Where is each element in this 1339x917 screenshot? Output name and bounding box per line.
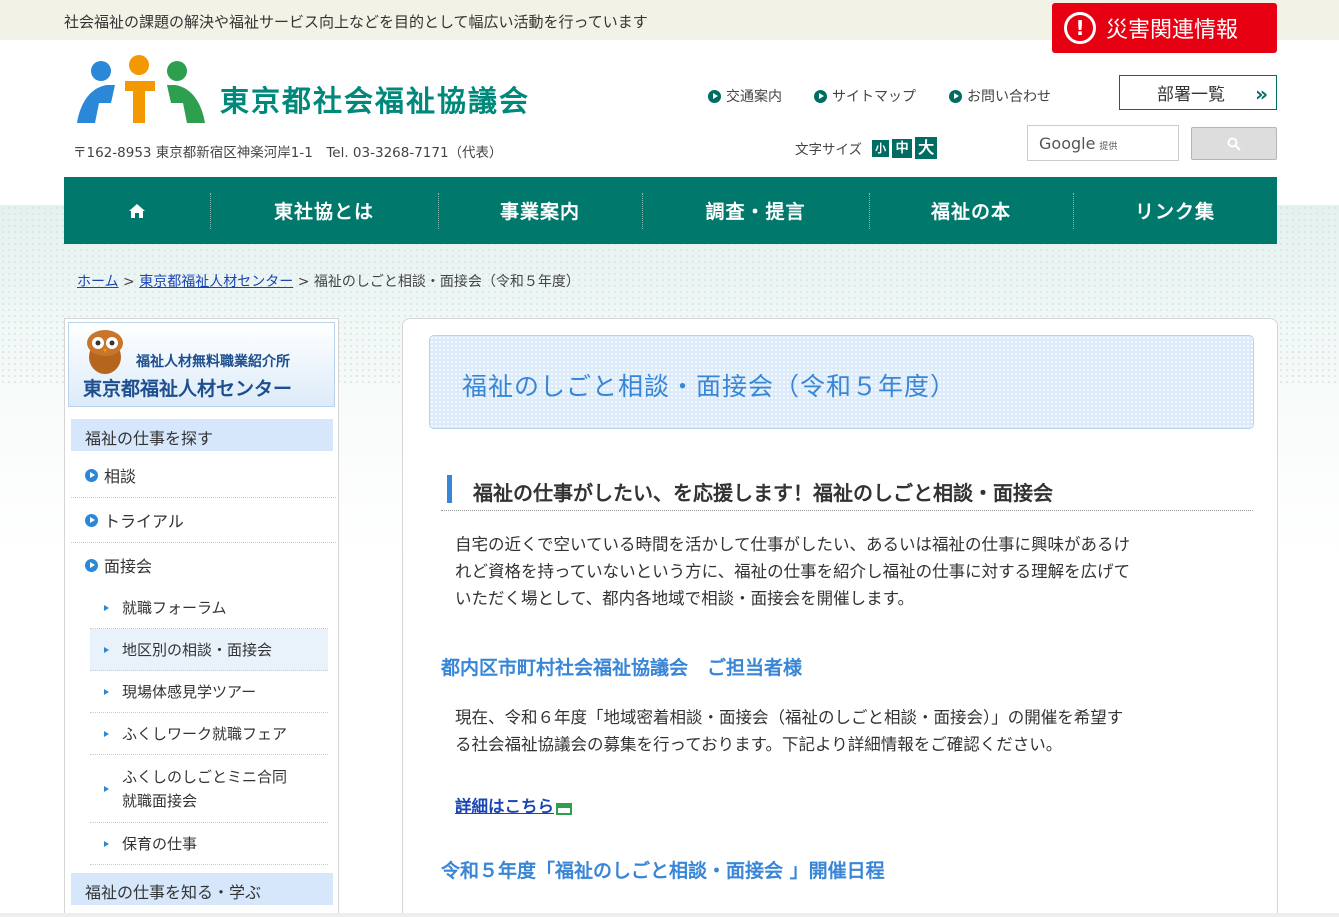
detail-link[interactable]: 詳細はこちら	[455, 793, 572, 817]
intro-line: 自宅の近くで空いている時間を活かして仕事がしたい、あるいは福祉の仕事に興味がある…	[455, 535, 1131, 554]
breadcrumb-home[interactable]: ホーム	[77, 274, 119, 290]
contact-link-label: お問い合わせ	[967, 89, 1051, 105]
arrow-circle-icon	[85, 558, 98, 572]
arrow-circle-icon	[85, 468, 98, 482]
sidebar-sub-forum[interactable]: 就職フォーラム	[90, 587, 328, 629]
sidebar-sub-district[interactable]: 地区別の相談・面接会	[90, 629, 328, 671]
people-logo-icon[interactable]	[71, 55, 211, 127]
sidebar-sub-childcare[interactable]: 保育の仕事	[90, 823, 328, 865]
access-link-label: 交通案内	[726, 89, 782, 105]
home-icon	[129, 203, 145, 218]
sidebar: 福祉人材無料職業紹介所 東京都福祉人材センター 福祉の仕事を探す 相談 トライア…	[64, 318, 339, 917]
sidebar-item-trial[interactable]: トライアル	[71, 498, 336, 543]
subheading-schedule: 令和５年度「福祉のしごと相談・面接会 」開催日程	[441, 860, 885, 882]
breadcrumb: ホーム > 東京都福祉人材センター > 福祉のしごと相談・面接会（令和５年度）	[77, 271, 580, 291]
sitemap-link-label: サイトマップ	[832, 89, 916, 105]
font-size-control: 文字サイズ 小 中 大	[795, 137, 938, 159]
sidebar-sub-label-line: 就職面接会	[122, 791, 198, 810]
sidebar-sub-fair[interactable]: ふくしワーク就職フェア	[90, 713, 328, 755]
subheading-coordinators: 都内区市町村社会福祉協議会 ご担当者様	[441, 657, 803, 679]
section-heading: 福祉の仕事がしたい、を応援します！福祉のしごと相談・面接会	[441, 475, 1253, 511]
font-size-medium-button[interactable]: 中	[892, 138, 913, 158]
nav-about[interactable]: 東社協とは	[210, 177, 438, 244]
google-brand: Google	[1039, 134, 1096, 153]
page-title-box: 福祉のしごと相談・面接会（令和５年度）	[429, 335, 1254, 429]
contact-link[interactable]: お問い合わせ	[949, 86, 1051, 106]
nav-services[interactable]: 事業案内	[438, 177, 642, 244]
search-icon	[1227, 137, 1241, 151]
sidebar-sub-label-line: ふくしのしごとミニ合同	[122, 767, 288, 786]
external-window-icon	[556, 803, 572, 815]
sidebar-item-consultation[interactable]: 相談	[71, 453, 336, 498]
breadcrumb-parent[interactable]: 東京都福祉人材センター	[139, 274, 293, 290]
sidebar-item-label: 面接会	[104, 557, 153, 576]
nav-research[interactable]: 調査・提言	[642, 177, 869, 244]
sidebar-item-interview[interactable]: 面接会	[71, 543, 336, 587]
alert-icon: !	[1064, 12, 1096, 44]
jinzai-center-banner[interactable]: 福祉人材無料職業紹介所 東京都福祉人材センター	[68, 322, 335, 407]
department-list-button[interactable]: 部署一覧 »	[1119, 75, 1277, 110]
nav-books[interactable]: 福祉の本	[869, 177, 1073, 244]
address-text: 〒162-8953 東京都新宿区神楽河岸1-1 Tel. 03-3268-717…	[73, 145, 503, 161]
search-provided-label: 提供	[1099, 142, 1118, 152]
font-size-label: 文字サイズ	[795, 142, 863, 158]
department-list-label: 部署一覧	[1157, 85, 1225, 105]
notice-line: 現在、令和６年度「地域密着相談・面接会（福祉のしごと相談・面接会）」の開催を希望…	[455, 708, 1124, 727]
nav-links[interactable]: リンク集	[1073, 177, 1277, 244]
notice-line: る社会福祉協議会の募集を行っております。下記より詳細情報をご確認ください。	[455, 735, 1063, 754]
breadcrumb-separator: >	[297, 274, 310, 290]
banner-subtitle: 福祉人材無料職業紹介所	[136, 354, 290, 370]
sidebar-sub-tour[interactable]: 現場体感見学ツアー	[90, 671, 328, 713]
sidebar-item-label: トライアル	[104, 512, 184, 531]
font-size-large-button[interactable]: 大	[915, 137, 938, 159]
nav-home[interactable]	[64, 177, 210, 244]
sidebar-heading-find-jobs[interactable]: 福祉の仕事を探す	[71, 419, 333, 451]
arrow-circle-icon	[949, 89, 962, 103]
global-nav: 東社協とは 事業案内 調査・提言 福祉の本 リンク集	[64, 177, 1277, 244]
site-tagline: 社会福祉の課題の解決や福祉サービス向上などを目的として幅広い活動を行っています	[64, 13, 648, 31]
access-link[interactable]: 交通案内	[708, 86, 782, 106]
main-content: 福祉のしごと相談・面接会（令和５年度） 福祉の仕事がしたい、を応援します！福祉の…	[402, 318, 1278, 917]
site-logo-text[interactable]: 東京都社会福祉協議会	[220, 78, 530, 120]
notice-paragraph: 現在、令和６年度「地域密着相談・面接会（福祉のしごと相談・面接会）」の開催を希望…	[455, 704, 1245, 758]
breadcrumb-current: 福祉のしごと相談・面接会（令和５年度）	[313, 274, 580, 290]
search-input[interactable]: Google 提供	[1027, 125, 1179, 161]
sidebar-sub-label: ふくしのしごとミニ合同 就職面接会	[122, 765, 287, 813]
intro-line: いただく場として、都内各地域で相談・面接会を開催します。	[455, 589, 915, 608]
intro-paragraph: 自宅の近くで空いている時間を活かして仕事がしたい、あるいは福祉の仕事に興味がある…	[455, 531, 1245, 612]
sitemap-link[interactable]: サイトマップ	[814, 86, 916, 106]
disaster-info-label: 災害関連情報	[1106, 18, 1239, 43]
banner-title: 東京都福祉人材センター	[83, 378, 293, 400]
breadcrumb-separator: >	[123, 274, 135, 290]
page-title: 福祉のしごと相談・面接会（令和５年度）	[462, 372, 957, 401]
double-chevron-icon: »	[1255, 82, 1268, 106]
sidebar-item-label: 相談	[104, 467, 137, 486]
arrow-circle-icon	[814, 89, 827, 103]
font-size-small-button[interactable]: 小	[872, 139, 890, 157]
arrow-circle-icon	[85, 513, 98, 527]
sidebar-heading-learn[interactable]: 福祉の仕事を知る・学ぶ	[71, 873, 333, 905]
disaster-info-button[interactable]: ! 災害関連情報	[1052, 3, 1277, 53]
bottom-edge	[0, 913, 1339, 917]
search-button[interactable]	[1191, 127, 1277, 160]
sidebar-sub-mini-interview[interactable]: ふくしのしごとミニ合同 就職面接会	[90, 755, 328, 823]
detail-link-label: 詳細はこちら	[455, 797, 554, 816]
intro-line: れど資格を持っていないという方に、福祉の仕事を紹介し福祉の仕事に対する理解を広げ…	[455, 562, 1131, 581]
owl-mascot-icon	[87, 330, 123, 374]
arrow-circle-icon	[708, 89, 721, 103]
